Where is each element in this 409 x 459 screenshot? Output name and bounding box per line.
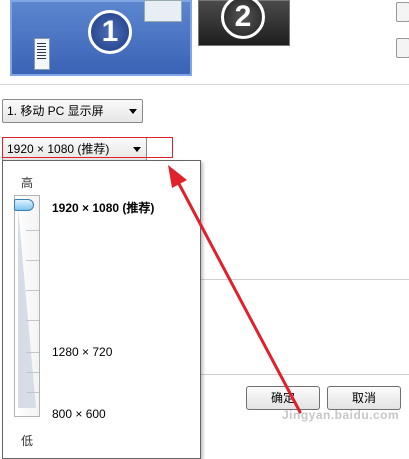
watermark: Jingyan.baidu.com xyxy=(282,408,400,422)
slider-high-label: 高 xyxy=(21,176,34,190)
slider-tick xyxy=(26,320,39,321)
resolution-option-1920[interactable]: 1920 × 1080 (推荐) xyxy=(52,199,154,216)
divider xyxy=(201,374,409,375)
annotation-highlight-box xyxy=(2,137,173,158)
slider-tick xyxy=(26,352,39,353)
slider-low-label: 低 xyxy=(21,434,34,448)
identify-button-edge[interactable] xyxy=(396,2,409,22)
display-select[interactable]: 1. 移动 PC 显示屏 xyxy=(2,99,143,123)
document-icon xyxy=(34,38,50,70)
monitor-2-thumbnail[interactable]: 2 xyxy=(198,0,290,46)
ok-button[interactable]: 确定 xyxy=(246,386,320,410)
divider xyxy=(0,84,409,85)
slider-track-wedge xyxy=(18,208,36,408)
slider-tick xyxy=(26,290,39,291)
slider-tick xyxy=(26,392,39,393)
display-select-value: 1. 移动 PC 显示屏 xyxy=(7,104,104,118)
detect-button-edge[interactable] xyxy=(396,38,409,58)
resolution-slider-thumb[interactable] xyxy=(14,199,34,211)
cancel-button[interactable]: 取消 xyxy=(327,386,401,410)
window-icon xyxy=(144,0,182,22)
monitor-1-thumbnail[interactable]: 1 xyxy=(10,0,192,76)
monitor-2-badge: 2 xyxy=(221,0,265,39)
chevron-down-icon xyxy=(129,109,137,114)
resolution-option-800[interactable]: 800 × 600 xyxy=(52,407,106,421)
slider-tick xyxy=(26,372,39,373)
slider-tick xyxy=(26,230,39,231)
slider-tick xyxy=(26,260,39,261)
resolution-option-1280[interactable]: 1280 × 720 xyxy=(52,345,112,359)
monitor-1-badge: 1 xyxy=(88,10,132,54)
divider xyxy=(201,279,409,280)
